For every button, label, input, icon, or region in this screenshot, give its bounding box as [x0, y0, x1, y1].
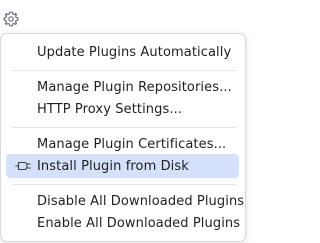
plugins-settings-menu: Update Plugins Automatically Manage Plug…: [0, 33, 246, 242]
menu-separator: [12, 184, 236, 185]
settings-gear-button[interactable]: [2, 10, 20, 28]
menu-item-manage-plugin-repositories[interactable]: Manage Plugin Repositories...: [6, 75, 239, 99]
menu-item-label: Disable All Downloaded Plugins: [37, 193, 245, 209]
menu-item-label: Manage Plugin Repositories...: [37, 79, 232, 95]
menu-item-update-plugins-automatically[interactable]: Update Plugins Automatically: [6, 40, 239, 64]
menu-item-disable-all-downloaded-plugins[interactable]: Disable All Downloaded Plugins: [6, 189, 244, 213]
menu-item-label: Manage Plugin Certificates...: [37, 136, 227, 152]
menu-separator: [12, 70, 236, 71]
menu-item-enable-all-downloaded-plugins[interactable]: Enable All Downloaded Plugins: [6, 211, 241, 235]
plug-icon: [15, 161, 31, 171]
menu-item-label: Install Plugin from Disk: [37, 158, 189, 174]
menu-item-label: HTTP Proxy Settings...: [37, 101, 183, 117]
menu-item-manage-plugin-certificates[interactable]: Manage Plugin Certificates...: [6, 132, 239, 156]
menu-item-install-plugin-from-disk[interactable]: Install Plugin from Disk: [6, 154, 239, 178]
menu-item-label: Update Plugins Automatically: [37, 44, 232, 60]
menu-item-http-proxy-settings[interactable]: HTTP Proxy Settings...: [6, 97, 239, 121]
gear-icon: [3, 11, 19, 27]
menu-item-label: Enable All Downloaded Plugins: [37, 215, 241, 231]
menu-separator: [12, 127, 236, 128]
